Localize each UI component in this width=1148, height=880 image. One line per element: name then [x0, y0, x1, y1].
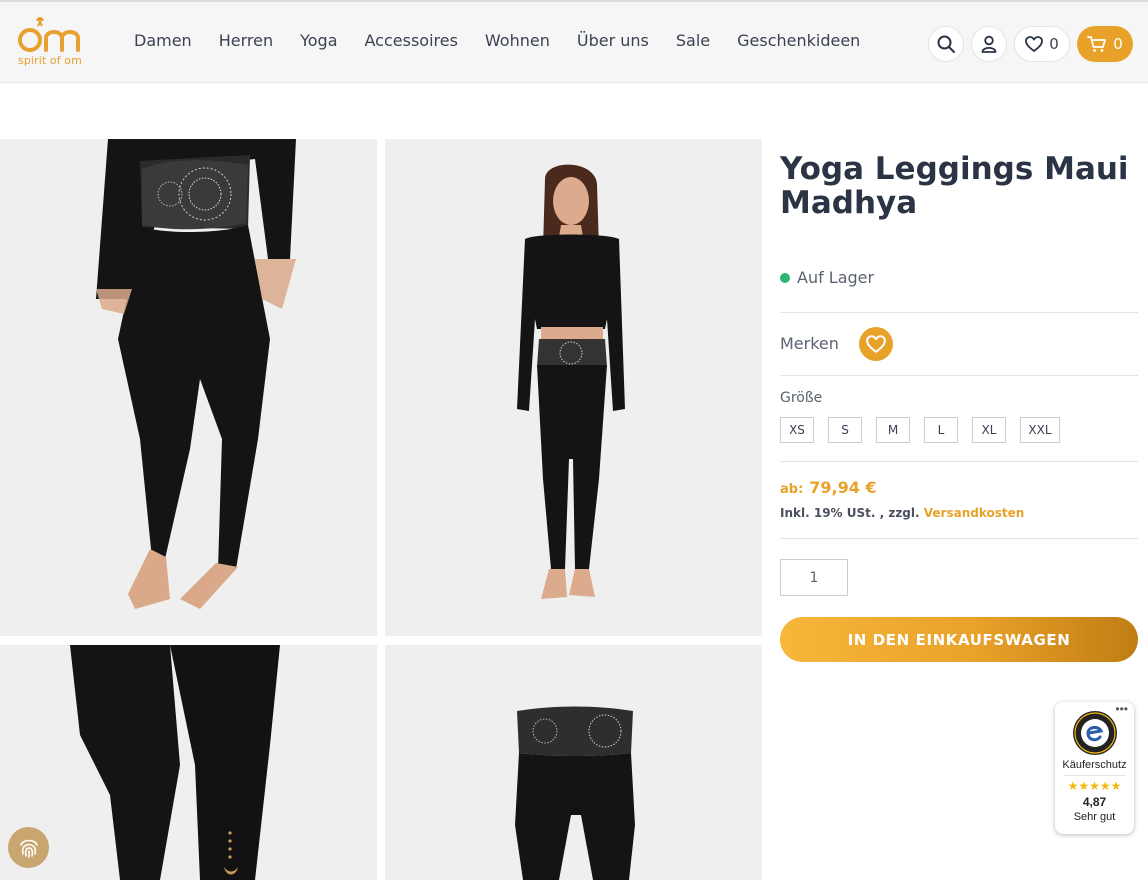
search-icon — [937, 35, 955, 53]
cart-icon — [1087, 36, 1107, 52]
leggings-flat-image — [385, 645, 762, 880]
stock-text: Auf Lager — [797, 268, 875, 287]
legs-detail-image — [0, 645, 377, 880]
size-option-xl[interactable]: XL — [972, 417, 1006, 443]
price: ab: 79,94 € — [780, 478, 877, 497]
product-image-3[interactable] — [0, 645, 377, 880]
stock-status: Auf Lager — [780, 268, 874, 287]
heart-icon — [1025, 36, 1044, 52]
privacy-settings-button[interactable] — [8, 827, 49, 868]
divider — [780, 312, 1138, 313]
buyer-protection-label: Käuferschutz — [1062, 759, 1127, 771]
product-title: Yoga Leggings Maui Madhya — [780, 151, 1129, 221]
trusted-shops-badge[interactable]: ••• Käuferschutz ★★★★★ 4,87 Sehr gut — [1055, 702, 1134, 834]
cart-button[interactable]: 0 — [1077, 26, 1133, 62]
wishlist-count: 0 — [1049, 35, 1059, 53]
nav-item-yoga[interactable]: Yoga — [300, 31, 337, 50]
nav-item-damen[interactable]: Damen — [134, 31, 192, 50]
stock-indicator-dot — [780, 272, 790, 283]
size-selector: XS S M L XL XXL — [780, 417, 1060, 443]
rating-stars: ★★★★★ — [1067, 779, 1122, 793]
site-header: spirit of om Damen Herren Yoga Accessoir… — [0, 0, 1148, 83]
merken-button[interactable] — [859, 327, 893, 361]
divider — [780, 375, 1138, 376]
nav-item-sale[interactable]: Sale — [676, 31, 710, 50]
search-button[interactable] — [928, 26, 964, 62]
size-option-s[interactable]: S — [828, 417, 862, 443]
wishlist-button[interactable]: 0 — [1014, 26, 1070, 62]
product-image-1[interactable] — [0, 139, 377, 636]
size-option-xxl[interactable]: XXL — [1020, 417, 1060, 443]
brand-logo[interactable]: spirit of om — [16, 16, 86, 70]
price-value: 79,94 € — [809, 478, 877, 497]
shipping-costs-link[interactable]: Versandkosten — [924, 506, 1025, 520]
nav-item-wohnen[interactable]: Wohnen — [485, 31, 550, 50]
divider — [1063, 775, 1126, 776]
quantity-input[interactable] — [780, 559, 848, 596]
divider — [780, 461, 1138, 462]
account-button[interactable] — [971, 26, 1007, 62]
heart-icon — [866, 335, 886, 353]
nav-item-accessoires[interactable]: Accessoires — [365, 31, 458, 50]
trusted-shops-seal-icon — [1073, 711, 1117, 755]
om-logo-icon — [18, 17, 80, 52]
nav-item-herren[interactable]: Herren — [219, 31, 273, 50]
add-to-cart-button[interactable]: IN DEN EINKAUFSWAGEN — [780, 617, 1138, 662]
size-label: Größe — [780, 390, 823, 406]
rating-score: 4,87 — [1082, 795, 1107, 809]
cart-count: 0 — [1113, 35, 1123, 53]
merken-label: Merken — [780, 334, 839, 353]
main-navigation: Damen Herren Yoga Accessoires Wohnen Übe… — [134, 31, 887, 50]
product-image-4[interactable] — [385, 645, 762, 880]
fingerprint-icon — [19, 839, 38, 858]
divider — [780, 538, 1138, 539]
price-prefix: ab: — [780, 482, 804, 497]
tax-text: Inkl. 19% USt. , zzgl. — [780, 506, 920, 520]
rating-verdict: Sehr gut — [1073, 811, 1116, 823]
size-option-l[interactable]: L — [924, 417, 958, 443]
nav-item-geschenkideen[interactable]: Geschenkideen — [737, 31, 860, 50]
nav-item-ueber-uns[interactable]: Über uns — [577, 31, 649, 50]
size-option-m[interactable]: M — [876, 417, 910, 443]
leggings-closeup-image — [0, 139, 377, 636]
product-image-2[interactable] — [385, 139, 762, 636]
model-full-body-image — [385, 139, 762, 636]
user-icon — [981, 35, 997, 53]
tax-info: Inkl. 19% USt. , zzgl. Versandkosten — [780, 506, 1024, 520]
logo-text: spirit of om — [18, 54, 82, 67]
size-option-xs[interactable]: XS — [780, 417, 814, 443]
